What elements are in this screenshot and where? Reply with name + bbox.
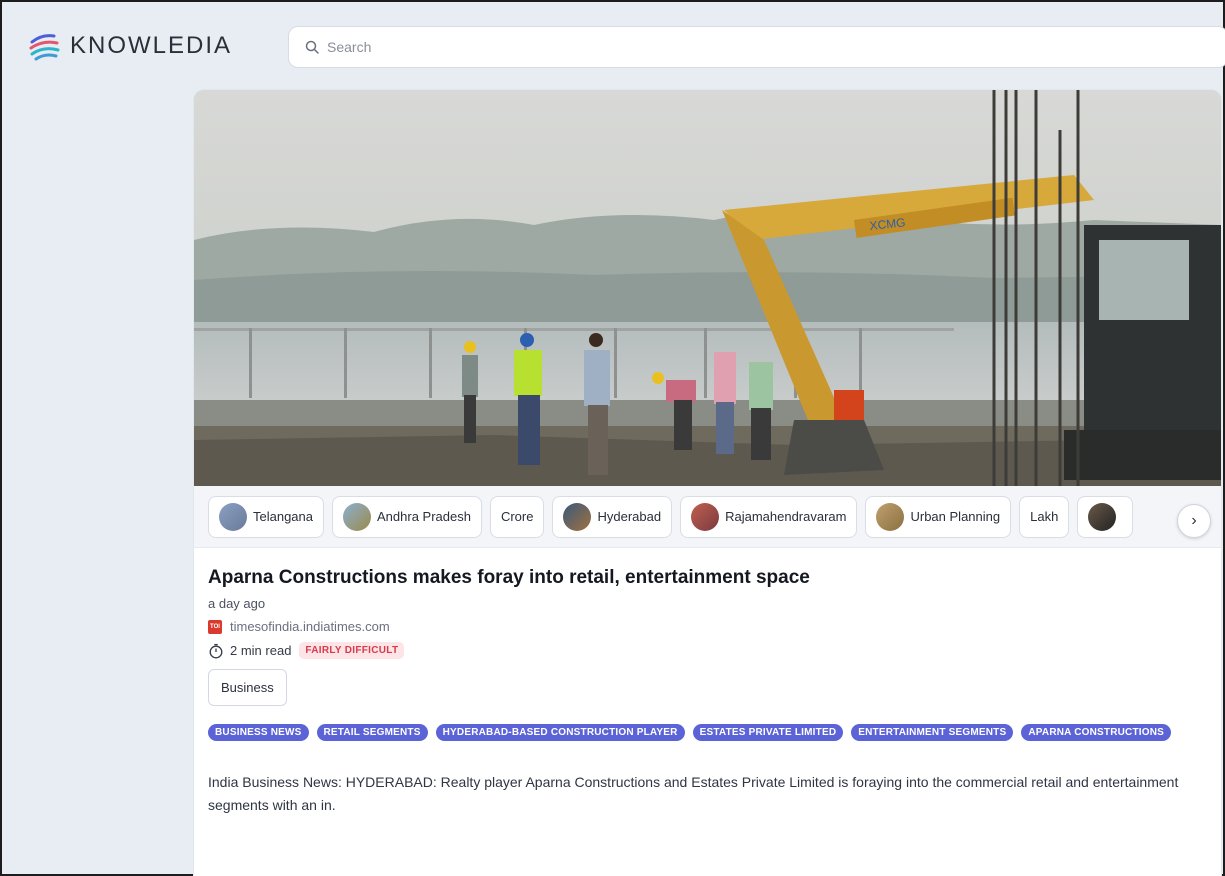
source-favicon-icon: TOI — [208, 619, 222, 634]
top-header: KNOWLEDIA — [2, 2, 1225, 90]
category-button[interactable]: Business — [208, 669, 287, 706]
topic-chip-andhra-pradesh[interactable]: Andhra Pradesh — [332, 495, 482, 538]
keyword-tag[interactable]: HYDERABAD-BASED CONSTRUCTION PLAYER — [435, 724, 685, 741]
keyword-tag[interactable]: ENTERTAINMENT SEGMENTS — [851, 724, 1014, 741]
topics-next-button[interactable]: › — [1177, 504, 1211, 538]
keyword-tag[interactable]: RETAIL SEGMENTS — [316, 724, 428, 741]
article-card[interactable]: XCMG Telangana Andhra Pradesh Crore Hyde… — [194, 90, 1221, 876]
keyword-tag[interactable]: APARNA CONSTRUCTIONS — [1021, 724, 1172, 741]
hero-photo: XCMG — [194, 90, 1221, 486]
topic-thumbnail — [219, 502, 247, 531]
topic-chip-rajamahendravaram[interactable]: Rajamahendravaram — [680, 495, 858, 538]
keyword-tag[interactable]: ESTATES PRIVATE LIMITED — [692, 724, 844, 741]
search-input[interactable] — [327, 39, 1187, 55]
topics-bar: Telangana Andhra Pradesh Crore Hyderabad… — [194, 486, 1221, 548]
topic-label: Crore — [500, 509, 534, 524]
article-date: a day ago — [208, 596, 266, 611]
topic-label: Telangana — [253, 509, 313, 524]
knowledia-logo[interactable]: KNOWLEDIA — [28, 28, 232, 64]
keyword-tag[interactable]: BUSINESS NEWS — [208, 724, 309, 741]
stopwatch-icon — [209, 643, 223, 658]
topic-thumbnail — [691, 502, 720, 531]
article-title[interactable]: Aparna Constructions makes foray into re… — [208, 566, 1208, 590]
topic-thumbnail — [343, 502, 371, 531]
logo-waves-icon — [29, 34, 60, 61]
topic-chip-telangana[interactable]: Telangana — [208, 495, 324, 538]
search-bar[interactable] — [288, 26, 1225, 68]
search-icon — [305, 40, 319, 54]
topic-label: Lakh — [1030, 509, 1059, 524]
topic-thumbnail — [876, 502, 905, 531]
keyword-tags: BUSINESS NEWS RETAIL SEGMENTS HYDERABAD-… — [208, 724, 1198, 741]
topic-thumbnail — [563, 502, 592, 531]
article-source[interactable]: TOI timesofindia.indiatimes.com — [208, 619, 1208, 634]
topic-chip-urban-planning[interactable]: Urban Planning — [865, 495, 1012, 538]
difficulty-badge: FAIRLY DIFFICULT — [299, 642, 405, 659]
topic-label: Rajamahendravaram — [725, 509, 847, 524]
topic-label: Andhra Pradesh — [377, 509, 471, 524]
topic-chip-hyderabad[interactable]: Hyderabad — [552, 495, 673, 538]
topic-chip-lakh[interactable]: Lakh — [1019, 495, 1070, 538]
topic-chip-crore[interactable]: Crore — [489, 495, 545, 538]
topic-label: Urban Planning — [910, 509, 1001, 524]
topic-thumbnail — [1088, 502, 1117, 531]
article-details: Aparna Constructions makes foray into re… — [208, 566, 1208, 817]
source-domain: timesofindia.indiatimes.com — [230, 619, 390, 634]
read-time: 2 min read — [230, 643, 292, 658]
article-summary: India Business News: HYDERABAD: Realty p… — [208, 774, 1179, 813]
topic-chip-more[interactable] — [1077, 495, 1134, 538]
article-hero-image[interactable]: XCMG — [194, 90, 1221, 486]
chevron-right-icon: › — [1191, 512, 1197, 529]
reading-info: 2 min read FAIRLY DIFFICULT — [208, 642, 1208, 659]
brand-name: KNOWLEDIA — [70, 32, 233, 59]
topic-label: Hyderabad — [597, 509, 662, 524]
